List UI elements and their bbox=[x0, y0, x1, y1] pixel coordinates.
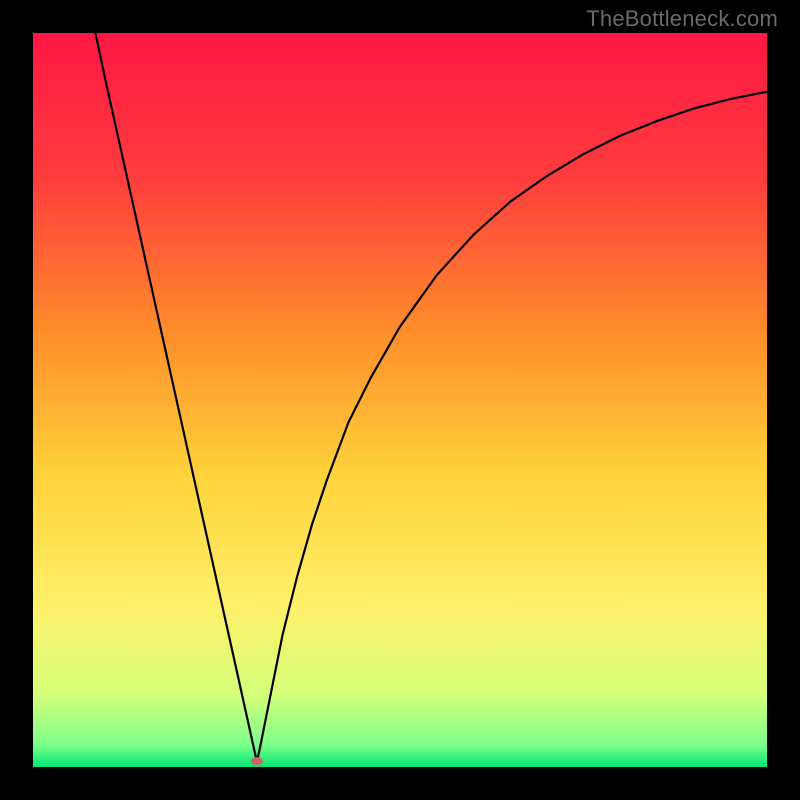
chart-frame: TheBottleneck.com bbox=[0, 0, 800, 800]
minimum-marker bbox=[251, 757, 263, 765]
chart-svg bbox=[33, 33, 767, 767]
watermark-text: TheBottleneck.com bbox=[586, 6, 778, 32]
gradient-background bbox=[33, 33, 767, 767]
plot-area bbox=[33, 33, 767, 767]
